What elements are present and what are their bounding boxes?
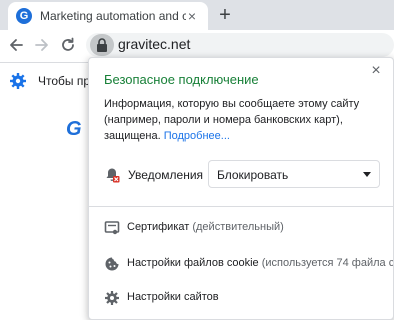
popup-description: Информация, которую вы сообщаете этому с… — [104, 96, 388, 144]
certificate-menu-item[interactable]: Сертификат (действительный) — [89, 209, 393, 247]
reload-icon[interactable] — [58, 35, 78, 55]
url-text[interactable]: gravitec.net — [118, 36, 190, 52]
certificate-icon — [104, 221, 120, 235]
cookie-settings-title: Настройки файлов cookie — [127, 257, 259, 269]
tab-strip: G Marketing automation and conte × + — [0, 0, 394, 30]
site-settings-menu-item[interactable]: Настройки сайтов — [89, 279, 393, 317]
new-tab-button[interactable]: + — [214, 4, 236, 26]
site-info-popup: × Безопасное подключение Информация, кот… — [88, 57, 394, 320]
tab-close-icon[interactable]: × — [184, 8, 200, 24]
tab-title: Marketing automation and conte — [40, 9, 186, 23]
close-icon[interactable]: × — [367, 62, 385, 80]
notifications-select-value: Блокировать — [217, 168, 289, 182]
notifications-permission-row: Уведомления Блокировать — [104, 160, 384, 188]
back-arrow-icon[interactable] — [6, 35, 26, 55]
site-info-button[interactable] — [90, 34, 114, 56]
certificate-label: Сертификат (действительный) — [127, 221, 393, 233]
certificate-status: (действительный) — [189, 221, 284, 233]
lock-icon — [97, 38, 107, 52]
chevron-down-icon — [363, 172, 371, 177]
gravitec-logo-icon: G — [66, 118, 82, 140]
description-text: Информация, которую вы сообщаете этому с… — [104, 98, 360, 142]
cookie-count: (используется 74 файла coo — [258, 257, 393, 269]
divider — [89, 206, 393, 207]
certificate-title: Сертификат — [127, 221, 190, 233]
notifications-label: Уведомления — [128, 168, 204, 182]
notifications-select[interactable]: Блокировать — [208, 160, 380, 188]
gravitec-favicon-icon: G — [16, 8, 32, 24]
infobar-text: Чтобы пр — [38, 74, 91, 88]
site-settings-label: Настройки сайтов — [127, 291, 219, 303]
toolbar — [0, 30, 394, 60]
more-link[interactable]: Подробнее... — [164, 130, 230, 142]
cookie-icon — [105, 257, 119, 271]
settings-gear-icon[interactable] — [9, 72, 27, 90]
gear-icon — [105, 291, 119, 305]
forward-arrow-icon[interactable] — [32, 35, 52, 55]
cookie-settings-menu-item[interactable]: Настройки файлов cookie (используется 74… — [89, 245, 393, 283]
notification-bell-blocked-icon — [106, 168, 120, 183]
cookie-settings-label: Настройки файлов cookie (используется 74… — [127, 257, 393, 269]
browser-tab[interactable]: G Marketing automation and conte × — [8, 2, 208, 30]
popup-title: Безопасное подключение — [104, 72, 259, 87]
